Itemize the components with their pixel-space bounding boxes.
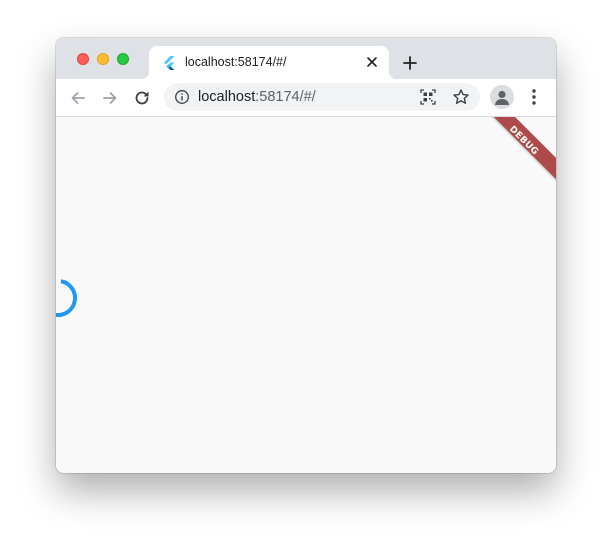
- debug-banner: DEBUG: [478, 117, 556, 187]
- url-text[interactable]: localhost:58174/#/: [198, 89, 316, 105]
- tab-active[interactable]: localhost:58174/#/: [141, 46, 397, 79]
- reload-icon[interactable]: [132, 88, 152, 108]
- url-path: :58174/#/: [255, 89, 316, 105]
- plus-icon[interactable]: [401, 54, 419, 72]
- window-minimize-button[interactable]: [97, 53, 109, 65]
- debug-banner-label: DEBUG: [507, 124, 541, 158]
- browser-toolbar: localhost:58174/#/: [56, 79, 556, 117]
- more-menu-icon[interactable]: [526, 87, 542, 107]
- loading-spinner: [56, 279, 77, 317]
- window-maximize-button[interactable]: [117, 53, 129, 65]
- profile-icon: [495, 90, 509, 105]
- browser-window: localhost:58174/#/ localhost:58174/#/ DE…: [56, 38, 556, 473]
- page-content: DEBUG: [56, 117, 556, 473]
- address-bar[interactable]: localhost:58174/#/: [164, 83, 480, 111]
- info-icon[interactable]: [174, 89, 190, 105]
- qr-code-icon[interactable]: [420, 89, 436, 105]
- window-close-button[interactable]: [77, 53, 89, 65]
- profile-avatar[interactable]: [490, 85, 514, 109]
- url-host: localhost: [198, 89, 256, 105]
- star-icon[interactable]: [452, 88, 470, 106]
- tab-strip: localhost:58174/#/: [56, 38, 556, 79]
- flutter-logo-icon: [164, 56, 175, 70]
- close-icon[interactable]: [365, 55, 379, 69]
- forward-arrow-icon[interactable]: [100, 88, 120, 108]
- back-arrow-icon[interactable]: [68, 88, 88, 108]
- tab-title: localhost:58174/#/: [185, 55, 287, 69]
